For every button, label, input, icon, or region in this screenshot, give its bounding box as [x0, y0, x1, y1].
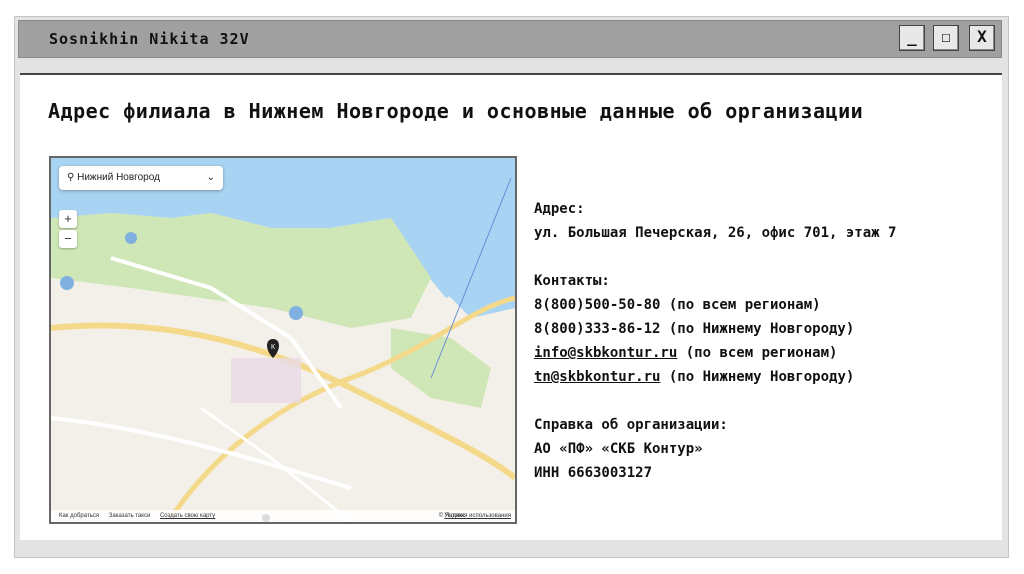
email-link-tn[interactable]: tn@skbkontur.ru	[534, 369, 660, 385]
route-link[interactable]: Как добраться	[59, 513, 99, 519]
content-area: Адрес филиала в Нижнем Новгороде и основ…	[20, 73, 1002, 540]
poi-marker[interactable]	[289, 306, 303, 320]
city-select-label: Нижний Новгород	[77, 172, 160, 183]
minimize-button[interactable]: _	[899, 25, 925, 51]
page-title: Адрес филиала в Нижнем Новгороде и основ…	[48, 99, 864, 123]
contacts-label: Контакты:	[534, 273, 610, 289]
pin-icon: ⚲	[67, 172, 75, 183]
phone-nizhny: 8(800)333-86-12 (по Нижнему Новгороду)	[534, 321, 855, 337]
taxi-link[interactable]: Заказать такси	[109, 513, 151, 519]
district-block	[231, 358, 301, 403]
email-row-2: tn@skbkontur.ru (по Нижнему Новгороду)	[534, 365, 896, 389]
email-note-2: (по Нижнему Новгороду)	[660, 369, 855, 385]
zoom-out-button[interactable]: −	[59, 230, 77, 248]
zoom-in-button[interactable]: +	[59, 210, 77, 228]
map-footer: Как добраться Заказать такси Создать сво…	[51, 510, 515, 522]
poi-marker[interactable]	[125, 232, 137, 244]
organization-info: Адрес: ул. Большая Печерская, 26, офис 7…	[534, 197, 896, 485]
org-name: АО «ПФ» «СКБ Контур»	[534, 441, 703, 457]
map[interactable]: К ⚲ Нижний Новгород ⌄ + − Как добраться …	[49, 156, 517, 524]
chevron-down-icon: ⌄	[206, 172, 215, 183]
terms-link[interactable]: Условия использования	[444, 510, 511, 522]
org-label: Справка об организации:	[534, 417, 728, 433]
city-select[interactable]: ⚲ Нижний Новгород ⌄	[59, 166, 223, 190]
email-link-info[interactable]: info@skbkontur.ru	[534, 345, 677, 361]
window-title: Sosnikhin Nikita 32V	[49, 30, 250, 48]
address-value: ул. Большая Печерская, 26, офис 701, эта…	[534, 225, 897, 241]
org-inn: ИНН 6663003127	[534, 465, 653, 481]
email-note-1: (по всем регионам)	[677, 345, 838, 361]
map-canvas[interactable]: К	[51, 158, 515, 522]
title-bar[interactable]: Sosnikhin Nikita 32V _ ☐ X	[18, 20, 1002, 58]
maximize-button[interactable]: ☐	[933, 25, 959, 51]
address-label: Адрес:	[534, 201, 585, 217]
create-map-link[interactable]: Создать свою карту	[160, 513, 215, 519]
phone-all-regions: 8(800)500-50-80 (по всем регионам)	[534, 297, 821, 313]
email-row-1: info@skbkontur.ru (по всем регионам)	[534, 341, 896, 365]
close-button[interactable]: X	[969, 25, 995, 51]
poi-marker[interactable]	[60, 276, 74, 290]
